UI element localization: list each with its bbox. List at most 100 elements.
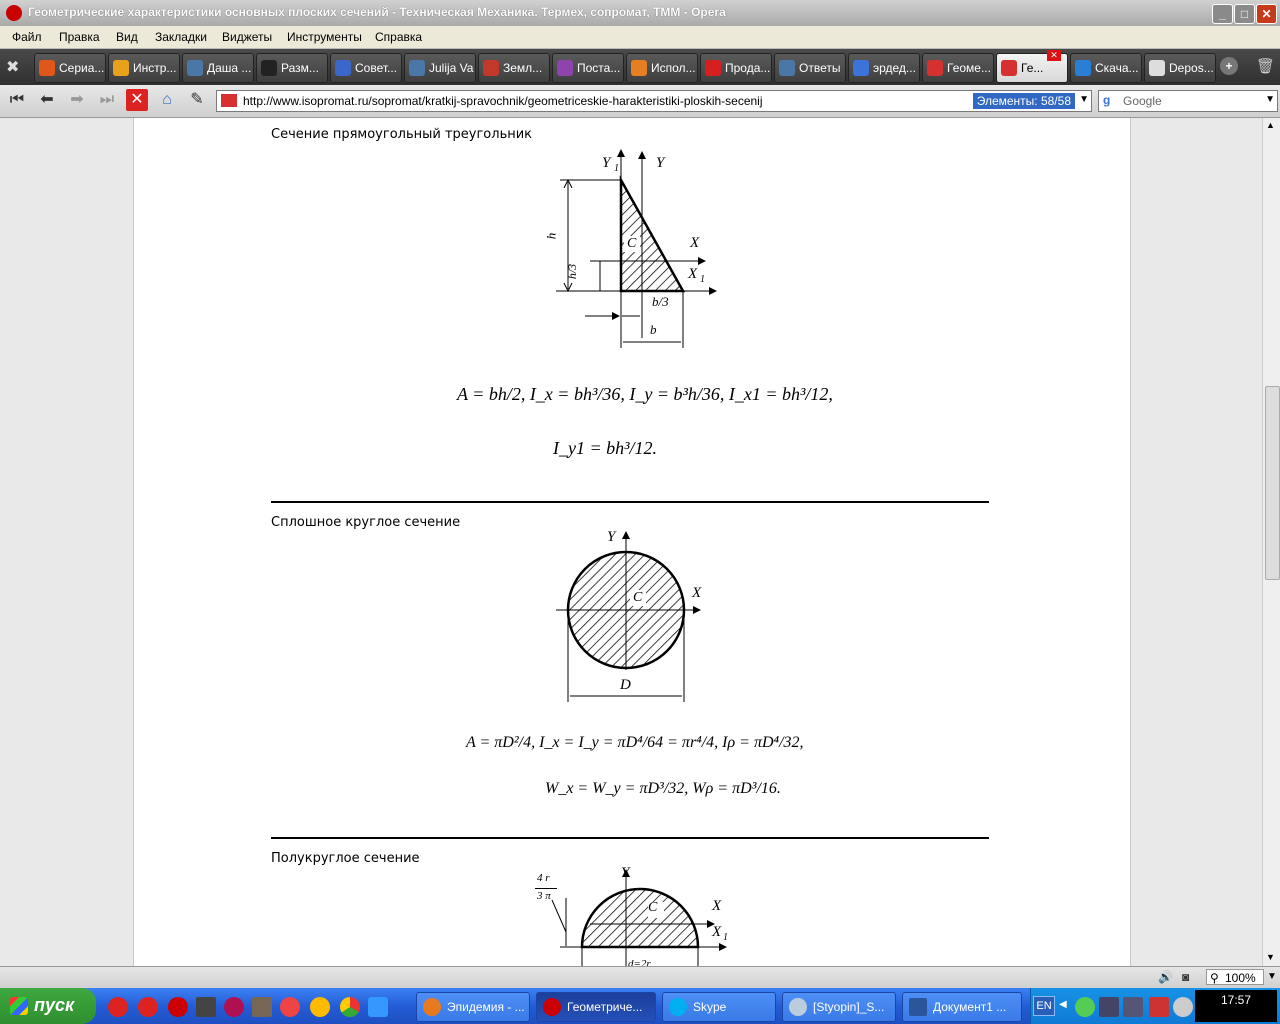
trash-icon[interactable]: 🗑	[1256, 57, 1275, 75]
menu-widgets[interactable]: Виджеты	[222, 30, 272, 44]
chevron-down-icon[interactable]: ▼	[1267, 971, 1277, 982]
tab-8[interactable]: Поста...	[552, 53, 624, 83]
new-tab-icon[interactable]: +	[1220, 57, 1238, 75]
menu-help[interactable]: Справка	[375, 30, 422, 44]
tab-6[interactable]: Julija Va	[404, 53, 476, 83]
tab-3[interactable]: Даша ...	[182, 53, 254, 83]
chevron-down-icon[interactable]: ▼	[1079, 94, 1089, 105]
tab-16[interactable]: Depos...	[1144, 53, 1216, 83]
divider	[271, 837, 989, 839]
network-icon[interactable]	[1099, 997, 1119, 1017]
scrollbar-thumb[interactable]	[1265, 386, 1280, 580]
tab-favicon-icon	[261, 60, 277, 76]
label-circle-c: C	[633, 590, 643, 605]
quicklaunch-icon[interactable]	[368, 997, 388, 1017]
menu-file[interactable]: Файл	[12, 30, 42, 44]
tab-5[interactable]: Совет...	[330, 53, 402, 83]
divider	[271, 501, 989, 503]
section-title-circle: Сплошное круглое сечение	[271, 515, 461, 530]
windows-logo-icon	[10, 997, 28, 1015]
taskbar-item-2-active[interactable]: Геометриче...	[536, 992, 656, 1022]
label-x1-sub: 1	[700, 274, 705, 285]
minimize-button[interactable]: _	[1212, 4, 1233, 24]
quicklaunch-icon[interactable]	[108, 997, 128, 1017]
elements-counter: Элементы: 58/58	[972, 93, 1075, 109]
opera-icon	[543, 998, 561, 1016]
tab-12[interactable]: эрдед...	[848, 53, 920, 83]
title-bar: Геометрические характеристики основных п…	[0, 0, 1280, 26]
camera-icon[interactable]: ◙	[1182, 970, 1198, 984]
tab-favicon-icon	[779, 60, 795, 76]
quicklaunch-icon[interactable]	[196, 997, 216, 1017]
label-circle-x: X	[692, 585, 702, 601]
status-bar: 🔊 ◙ ⚲ 100% ▼	[0, 966, 1280, 989]
scroll-down-icon[interactable]: ▼	[1266, 952, 1275, 962]
start-button[interactable]: пуск	[0, 988, 96, 1024]
tab-1[interactable]: Сериа...	[34, 53, 106, 83]
tab-11[interactable]: Ответы	[774, 53, 846, 83]
taskbar-item-3[interactable]: Skype	[662, 992, 776, 1022]
tab-favicon-icon	[1149, 60, 1165, 76]
chrome-icon[interactable]	[340, 997, 360, 1017]
quicklaunch-icon[interactable]	[224, 997, 244, 1017]
close-button[interactable]: ✕	[1256, 4, 1277, 24]
tab-4[interactable]: Разм...	[256, 53, 328, 83]
menu-bookmarks[interactable]: Закладки	[155, 30, 207, 44]
edit-icon[interactable]: ✎	[186, 89, 208, 111]
menu-tools[interactable]: Инструменты	[287, 30, 362, 44]
taskbar-item-1[interactable]: Эпидемия - ...	[416, 992, 530, 1022]
tray-icon[interactable]	[1075, 997, 1095, 1017]
label-h3: h/3	[565, 263, 580, 280]
quicklaunch-icon[interactable]	[252, 997, 272, 1017]
tab-15[interactable]: Скача...	[1070, 53, 1142, 83]
scroll-up-icon[interactable]: ▲	[1266, 120, 1275, 130]
label-semi-y: Y	[621, 865, 630, 881]
tab-favicon-icon	[1075, 60, 1091, 76]
tray-icon[interactable]	[1149, 997, 1169, 1017]
search-input[interactable]: g Google ▼	[1098, 90, 1278, 112]
menu-edit[interactable]: Правка	[59, 30, 100, 44]
opera-icon[interactable]	[168, 997, 188, 1017]
tab-14-active[interactable]: Ге... ✕	[996, 50, 1068, 83]
tab-2[interactable]: Инстр...	[108, 53, 180, 83]
forward-icon[interactable]: ➡	[66, 89, 88, 111]
rewind-icon[interactable]: ⏮	[6, 89, 28, 111]
label-semi-d: d=2r	[628, 958, 651, 966]
address-field[interactable]: http://www.isopromat.ru/sopromat/kratkij…	[216, 90, 1092, 112]
volume-icon[interactable]	[1173, 997, 1193, 1017]
network-icon[interactable]	[1123, 997, 1143, 1017]
tab-13[interactable]: Геоме...	[922, 53, 994, 83]
right-column	[1130, 118, 1262, 966]
taskbar-item-5[interactable]: Документ1 ...	[902, 992, 1022, 1022]
tab-close-icon[interactable]: ✕	[1047, 50, 1061, 61]
vertical-scrollbar[interactable]: ▲ ▼	[1262, 118, 1280, 966]
quicklaunch-icon[interactable]	[138, 997, 158, 1017]
back-icon[interactable]: ⬅	[36, 89, 58, 111]
label-y1-sub: 1	[614, 163, 619, 174]
language-indicator[interactable]: EN	[1033, 996, 1055, 1016]
quicklaunch-icon[interactable]	[310, 997, 330, 1017]
label-c: C	[627, 236, 637, 251]
taskbar: пуск Эпидемия - ... Геометриче... Skype …	[0, 988, 1280, 1024]
zoom-control[interactable]: ⚲ 100%	[1206, 969, 1264, 985]
tab-7[interactable]: Земл...	[478, 53, 550, 83]
label-semi-fraction-den: 3 π	[537, 890, 551, 902]
taskbar-item-4[interactable]: [Styopin]_S...	[782, 992, 896, 1022]
stop-icon[interactable]: ✕	[126, 89, 148, 111]
label-semi-x1-sub: 1	[723, 932, 728, 943]
label-b: b	[650, 322, 657, 337]
menu-view[interactable]: Вид	[116, 30, 138, 44]
tab-10[interactable]: Прода...	[700, 53, 772, 83]
chevron-left-icon[interactable]: ◀	[1059, 999, 1067, 1010]
quicklaunch-icon[interactable]	[280, 997, 300, 1017]
chevron-down-icon[interactable]: ▼	[1265, 94, 1275, 105]
tools-icon[interactable]: ✖	[6, 57, 28, 77]
start-label: пуск	[34, 995, 75, 1015]
word-icon	[909, 998, 927, 1016]
home-icon[interactable]: ⌂	[156, 89, 178, 111]
fast-forward-icon[interactable]: ⏭	[96, 89, 118, 111]
maximize-button[interactable]: □	[1234, 4, 1255, 24]
speaker-icon[interactable]: 🔊	[1158, 970, 1174, 984]
section-title-semicircle: Полукруглое сечение	[271, 851, 420, 866]
tab-9[interactable]: Испол...	[626, 53, 698, 83]
